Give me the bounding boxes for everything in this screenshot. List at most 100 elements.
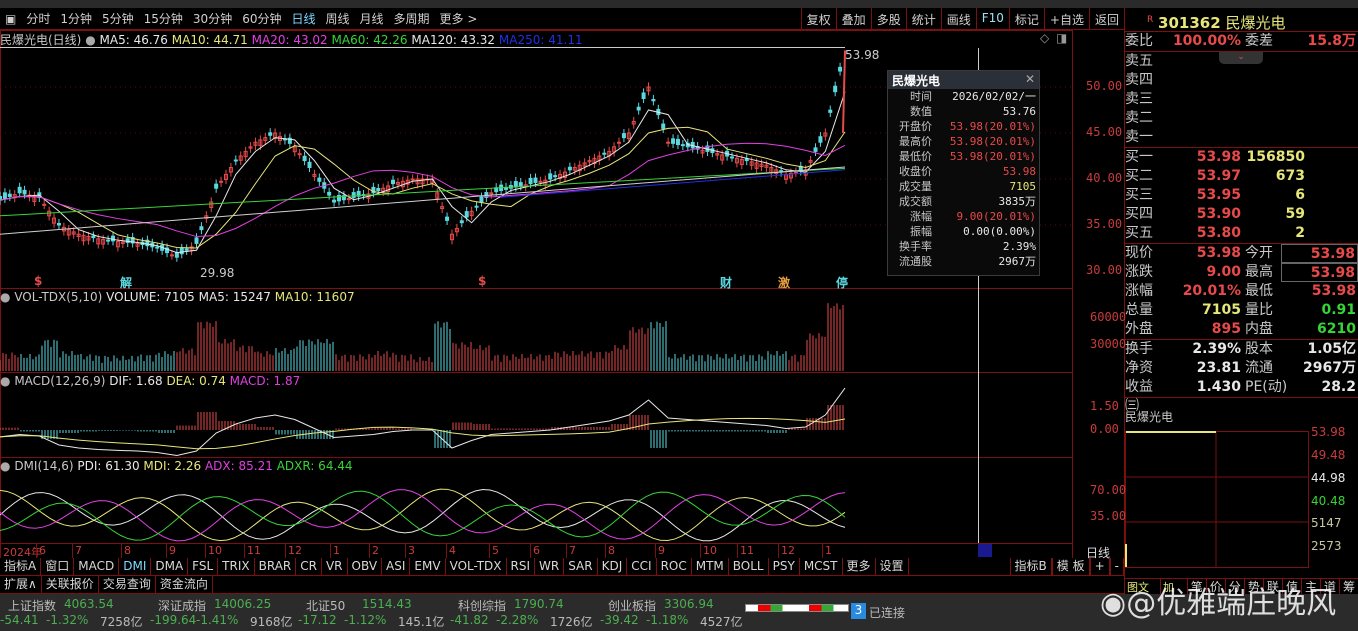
buy-volume: 2 bbox=[1295, 225, 1305, 241]
popup-value: 53.98(20.01%) bbox=[949, 150, 1036, 163]
indicator-tab[interactable]: VOL-TDX bbox=[446, 558, 507, 575]
indicator-tab[interactable]: 指标A bbox=[0, 558, 42, 575]
event-mark[interactable]: $ bbox=[34, 274, 42, 288]
indicator-right-button[interactable]: + bbox=[1089, 558, 1110, 575]
candle-body bbox=[641, 92, 646, 99]
index-percent: -1.18% bbox=[646, 613, 689, 627]
indicator-tab[interactable]: CCI bbox=[627, 558, 657, 575]
index-name[interactable]: 深证成指 bbox=[158, 597, 206, 614]
index-name[interactable]: 上证指数 bbox=[8, 597, 56, 614]
event-mark[interactable]: $ bbox=[478, 274, 486, 288]
toolbar-action-button[interactable]: F10 bbox=[975, 8, 1009, 30]
indicator-tab[interactable]: VR bbox=[322, 558, 348, 575]
period-tab[interactable]: 5分钟 bbox=[97, 10, 139, 27]
indicator-right-button[interactable]: - bbox=[1109, 558, 1124, 575]
toolbar-action-button[interactable]: 叠加 bbox=[835, 8, 871, 30]
candle-body bbox=[199, 226, 204, 231]
title-strip bbox=[0, 0, 1358, 8]
indicator-tab[interactable]: KDJ bbox=[598, 558, 628, 575]
period-tab[interactable]: 多周期 bbox=[389, 10, 435, 27]
settings-dot-icon[interactable]: ● bbox=[0, 374, 10, 388]
toolbar-action-button[interactable]: 统计 bbox=[905, 8, 941, 30]
toolbar-toggle-icon[interactable]: ▣ bbox=[0, 12, 21, 26]
extension-tab[interactable]: 关联报价 bbox=[42, 576, 99, 593]
event-mark[interactable]: 激 bbox=[778, 274, 790, 291]
indicator-tab[interactable]: FSL bbox=[188, 558, 219, 575]
indicator-tab[interactable]: PSY bbox=[769, 558, 800, 575]
popup-row: 涨幅 9.00(20.01%) bbox=[888, 209, 1039, 224]
indicator-tab[interactable]: ROC bbox=[657, 558, 692, 575]
toolbar-action-button[interactable]: 标记 bbox=[1008, 8, 1044, 30]
period-tab[interactable]: 周线 bbox=[321, 10, 355, 27]
candle-body bbox=[179, 248, 184, 255]
sell-label: 卖五 bbox=[1125, 53, 1153, 69]
indicator-tab[interactable]: SAR bbox=[564, 558, 598, 575]
period-tab[interactable]: 更多 > bbox=[435, 10, 483, 27]
indicator-tab[interactable]: MACD bbox=[74, 558, 120, 575]
period-tab[interactable]: 月线 bbox=[355, 10, 389, 27]
indicator-tab[interactable]: CR bbox=[296, 558, 322, 575]
right-tab[interactable]: 筹 bbox=[1340, 579, 1358, 595]
indicator-tab[interactable]: DMI bbox=[119, 558, 152, 575]
index-change: -199.64 bbox=[150, 613, 197, 627]
indicator-tab[interactable]: 窗口 bbox=[41, 558, 75, 575]
indicator-tab[interactable]: WR bbox=[535, 558, 565, 575]
indicator-tab[interactable]: DMA bbox=[151, 558, 189, 575]
toolbar-action-button[interactable]: 多股 bbox=[870, 8, 906, 30]
settings-dot-icon[interactable]: ● bbox=[0, 290, 10, 304]
limit-up-candle bbox=[842, 50, 846, 134]
candle-body bbox=[268, 132, 273, 136]
buy-volume: 673 bbox=[1275, 168, 1305, 184]
indicator-tab[interactable]: MCST bbox=[800, 558, 843, 575]
index-name[interactable]: 科创综指 bbox=[458, 597, 506, 614]
candle-body bbox=[7, 193, 12, 197]
event-mark[interactable]: 解 bbox=[120, 274, 132, 291]
index-name[interactable]: 北证50 bbox=[306, 597, 345, 614]
candle-body bbox=[376, 187, 381, 192]
stats-block: 现价 53.98 今开 53.98 涨跌 9.00 最高 53.98 涨幅 20.01% 最低 53.… bbox=[1125, 243, 1358, 339]
indicator-tab[interactable]: BRAR bbox=[255, 558, 297, 575]
date-tick: 8 bbox=[121, 544, 131, 558]
indicator-tab[interactable]: TRIX bbox=[218, 558, 255, 575]
index-percent: -1.12% bbox=[344, 613, 387, 627]
indicator-tab[interactable]: EMV bbox=[410, 558, 446, 575]
period-tab[interactable]: 1分钟 bbox=[55, 10, 97, 27]
ma5-line bbox=[0, 91, 846, 254]
period-tab[interactable]: 15分钟 bbox=[139, 10, 188, 27]
toolbar-action-button[interactable]: 画线 bbox=[940, 8, 976, 30]
indicator-tab[interactable]: OBV bbox=[348, 558, 383, 575]
toolbar-action-button[interactable]: 返回 bbox=[1088, 8, 1124, 30]
fund-row: 换手 2.39% 股本 1.05亿 bbox=[1125, 340, 1358, 359]
indicator-tab[interactable]: 更多 bbox=[843, 558, 876, 575]
extension-tab[interactable]: 资金流向 bbox=[156, 576, 213, 593]
event-mark[interactable]: 停 bbox=[836, 274, 848, 291]
indicator-right-button[interactable]: 模 板 bbox=[1051, 558, 1090, 575]
event-mark[interactable]: 财 bbox=[720, 274, 732, 291]
extension-tab[interactable]: 交易查询 bbox=[99, 576, 156, 593]
indicator-tab[interactable]: ASI bbox=[382, 558, 411, 575]
period-tab[interactable]: 分时 bbox=[21, 10, 55, 27]
toolbar-action-button[interactable]: 复权 bbox=[800, 8, 836, 30]
fund-block: 换手 2.39% 股本 1.05亿 净资 23.81 流通 2967万 收益㈢ 1.430 PE(动… bbox=[1125, 339, 1358, 414]
indicator-tab[interactable]: RSI bbox=[507, 558, 536, 575]
indicator-tab[interactable]: MTM bbox=[692, 558, 729, 575]
period-tab[interactable]: 60分钟 bbox=[237, 10, 286, 27]
indicator-tab[interactable]: BOLL bbox=[729, 558, 769, 575]
mini-axis-label: 5147 bbox=[1311, 516, 1342, 530]
indicator-right-button[interactable]: 指标B bbox=[1009, 558, 1052, 575]
extension-tab[interactable]: 扩展∧ bbox=[0, 576, 42, 593]
settings-dot-icon[interactable]: ● bbox=[0, 459, 10, 473]
close-icon[interactable]: ✕ bbox=[1025, 72, 1035, 86]
toolbar-action-button[interactable]: +自选 bbox=[1043, 8, 1089, 30]
sub-axis-label: 70.00 bbox=[1090, 483, 1127, 497]
index-amount: 4527亿 bbox=[700, 615, 743, 629]
period-tab[interactable]: 日线 bbox=[286, 10, 320, 27]
period-tab[interactable]: 30分钟 bbox=[188, 10, 237, 27]
fund-row: 净资 23.81 流通 2967万 bbox=[1125, 359, 1358, 378]
index-change: -39.42 bbox=[600, 613, 639, 627]
index-name[interactable]: 创业板指 bbox=[608, 597, 656, 614]
connection-status[interactable]: 已连接 bbox=[869, 604, 905, 621]
collapse-chevron-icon[interactable]: ⌄ bbox=[1219, 52, 1263, 64]
stat-value: 6210 bbox=[1317, 321, 1356, 337]
indicator-tab[interactable]: 设置 bbox=[876, 558, 909, 575]
